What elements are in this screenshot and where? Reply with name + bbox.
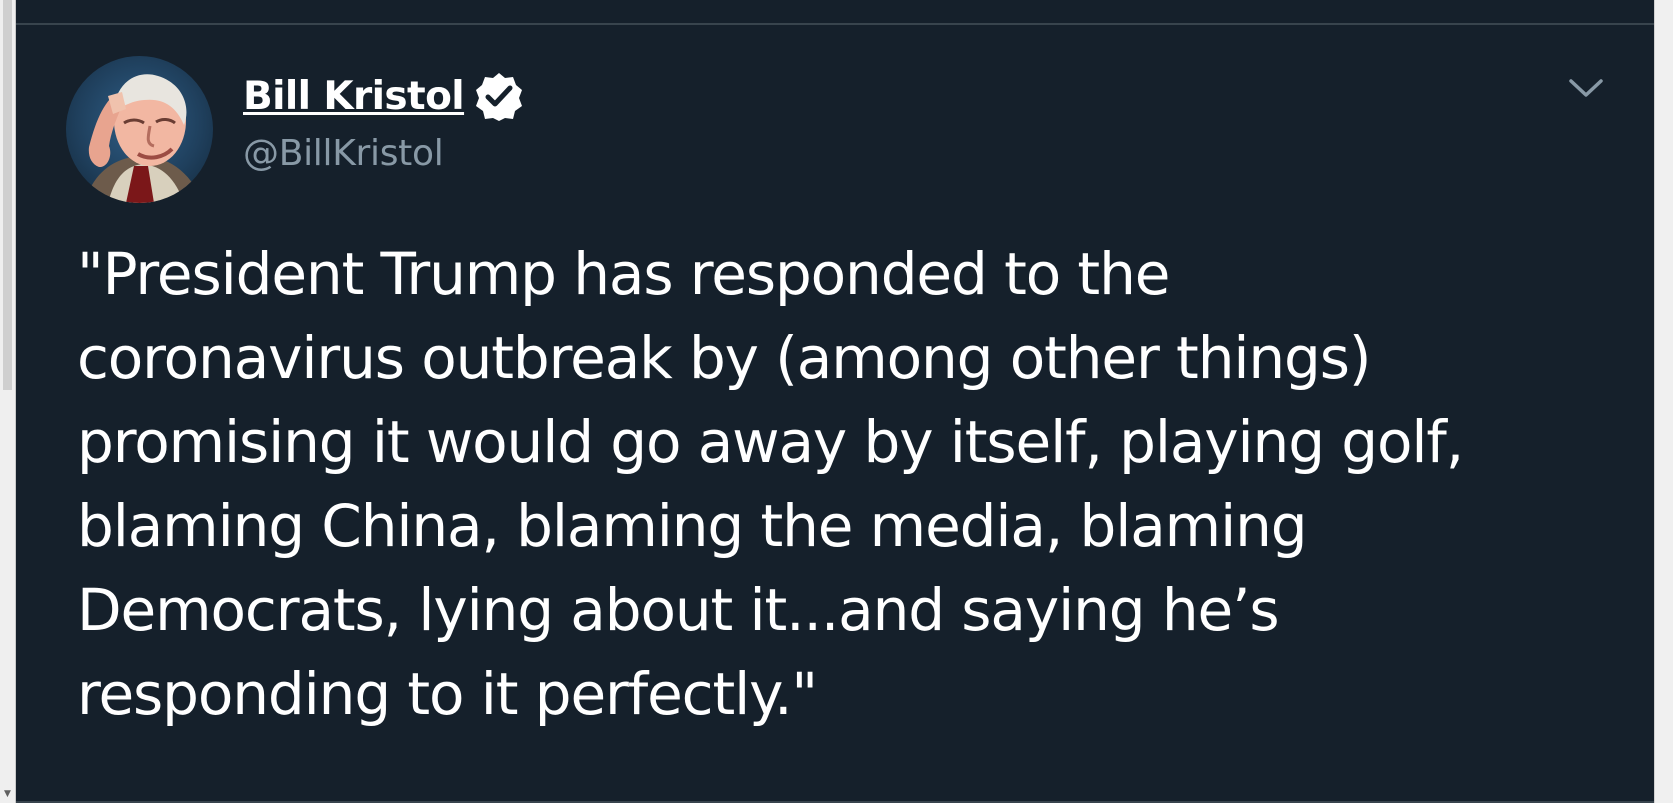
author-name-row: Bill Kristol	[243, 73, 524, 121]
tweet-card: Bill Kristol @BillKristol "President Tru…	[16, 25, 1655, 803]
right-scrollbar[interactable]	[1654, 0, 1673, 803]
previous-content-divider	[16, 0, 1655, 25]
author-display-name[interactable]: Bill Kristol	[243, 74, 465, 119]
browser-viewport: ▼ Bill Kristol @BillKristol "President T…	[0, 0, 1673, 803]
chevron-down-icon	[1569, 79, 1603, 97]
left-scrollbar[interactable]: ▼	[0, 0, 16, 803]
scroll-down-arrow-icon[interactable]: ▼	[2, 789, 13, 799]
avatar[interactable]	[66, 56, 213, 203]
author-handle[interactable]: @BillKristol	[243, 132, 524, 176]
scrollbar-thumb[interactable]	[3, 0, 12, 390]
verified-icon	[476, 73, 523, 121]
tweet-text: "President Trump has responded to the co…	[77, 240, 1464, 728]
tweet-menu-button[interactable]	[1566, 73, 1606, 103]
author-identity: Bill Kristol @BillKristol	[243, 73, 524, 176]
